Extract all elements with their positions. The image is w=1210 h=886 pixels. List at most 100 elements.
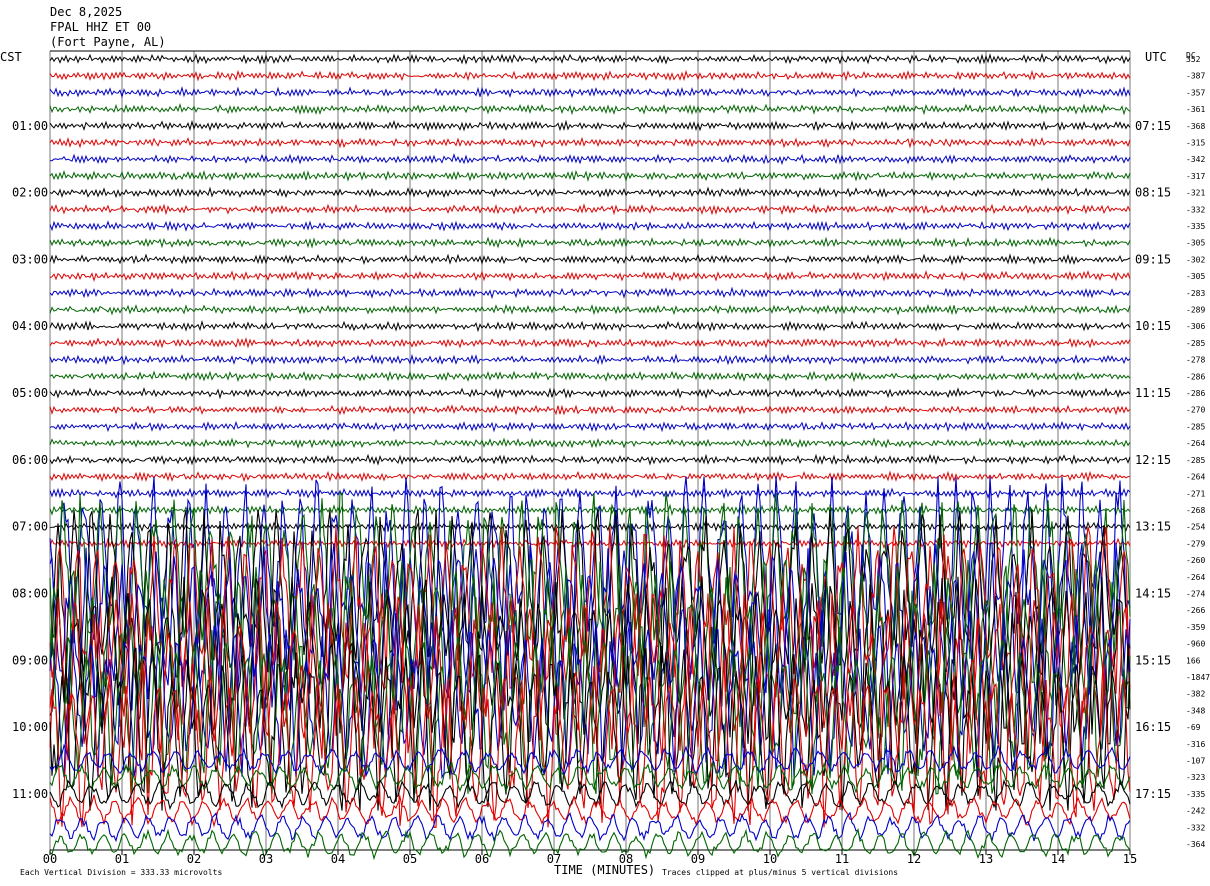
dc-offset-label: -317 [1186,172,1205,181]
utc-hour-labels: 07:15 08:15 09:15 10:15 11:15 12:15 13:15 14:15… [1135,119,1171,801]
dc-offset-label: -271 [1186,489,1205,498]
dc-offset-label: -357 [1186,88,1205,97]
trace-line [49,370,1131,383]
cst-hour-label: 02:00 [12,186,48,200]
dc-offset-label: -285 [1186,339,1205,348]
trace-line [49,286,1131,300]
x-tick-label: 05 [403,852,417,866]
x-tick-label: 01 [115,852,129,866]
utc-hour-label: 10:15 [1135,319,1171,333]
trace-line [49,186,1131,199]
dc-offset-label: -332 [1186,823,1205,832]
trace-line [49,470,1130,483]
header-date: Dec 8,2025 [50,5,122,19]
dc-offset-label: -1847 [1186,673,1210,682]
trace-line [49,487,1131,500]
dc-offset-label: -274 [1186,589,1205,598]
dc-offset-label: -279 [1186,539,1205,548]
utc-hour-label: 12:15 [1135,453,1171,467]
utc-hour-label: 08:15 [1135,186,1171,200]
dc-offset-label: -260 [1186,556,1205,565]
cst-hour-label: 11:00 [12,787,48,801]
dc-offset-label: -285 [1186,456,1205,465]
dc-offset-label: 352 [1186,55,1201,64]
dc-offset-label: -264 [1186,573,1205,582]
trace-line [49,386,1131,400]
trace-line [49,811,1131,843]
cst-hour-labels: 01:00 02:00 03:00 04:00 05:00 06:00 07:00 08:00… [12,119,48,801]
dc-offset-label: -359 [1186,623,1205,632]
trace-line [49,420,1131,433]
trace-line [49,336,1131,349]
trace-line [49,303,1131,316]
dc-offset-label: -286 [1186,389,1205,398]
dc-offset-label: -323 [1186,773,1205,782]
trace-line [49,761,1131,793]
cst-hour-label: 03:00 [12,252,48,266]
clip-note: Traces clipped at plus/minus 5 vertical … [662,868,898,877]
x-tick-label: 09 [691,852,705,866]
header-station: FPAL HHZ ET 00 [50,20,151,34]
dc-offset-label: -332 [1186,205,1205,214]
cst-hour-label: 07:00 [12,520,48,534]
dc-offset-label: -361 [1186,105,1205,114]
utc-hour-label: 11:15 [1135,386,1171,400]
dc-offset-label: -305 [1186,239,1205,248]
dc-offset-label: -285 [1186,422,1205,431]
dc-offset-label: -306 [1186,322,1205,331]
dc-offset-label: -348 [1186,706,1205,715]
dc-offset-label: -270 [1186,406,1205,415]
trace-line [49,503,1131,516]
trace-line [49,319,1131,333]
utc-hour-label: 15:15 [1135,653,1171,667]
cst-hour-label: 01:00 [12,119,48,133]
dc-offset-label: -302 [1186,255,1205,264]
left-zone-label: CST [0,50,22,64]
cst-hour-label: 05:00 [12,386,48,400]
utc-hour-label: 09:15 [1135,252,1171,266]
dc-offset-label: -364 [1186,840,1205,849]
utc-hour-label: 16:15 [1135,720,1171,734]
dc-offset-label: -321 [1186,189,1205,198]
helicorder-chart: Dec 8,2025 FPAL HHZ ET 00 (Fort Payne, A… [0,5,1210,877]
trace-line [49,269,1131,283]
trace-line [49,404,1131,416]
x-tick-label: 06 [475,852,489,866]
dc-offset-label: -107 [1186,756,1205,765]
dc-offset-label: -316 [1186,740,1205,749]
trace-line [49,437,1131,449]
dc-offset-label: -278 [1186,356,1205,365]
cst-hour-label: 04:00 [12,319,48,333]
dc-offset-label: -387 [1186,72,1205,81]
dc-offset-label: -368 [1186,122,1205,131]
dc-offset-label: -315 [1186,139,1205,148]
utc-hour-label: 07:15 [1135,119,1171,133]
right-zone-label: UTC [1145,50,1167,64]
dc-offset-label: -283 [1186,289,1205,298]
x-tick-label: 04 [331,852,345,866]
dc-offset-label: 166 [1186,656,1201,665]
trace-line [49,69,1131,82]
x-tick-label: 02 [187,852,201,866]
x-tick-label: 00 [43,852,57,866]
utc-hour-label: 14:15 [1135,586,1171,600]
trace-line [49,520,1131,533]
dc-offset-label: -242 [1186,807,1205,816]
dc-offset-label: -382 [1186,690,1205,699]
dc-offset-label: -286 [1186,372,1205,381]
x-tick-label: 03 [259,852,273,866]
x-tick-label: 14 [1051,852,1065,866]
cst-hour-label: 10:00 [12,720,48,734]
header-location: (Fort Payne, AL) [50,35,166,49]
x-tick-label: 15 [1123,852,1137,866]
utc-hour-label: 13:15 [1135,520,1171,534]
cst-hour-label: 06:00 [12,453,48,467]
dc-offset-label: -289 [1186,306,1205,315]
x-tick-label: 13 [979,852,993,866]
x-tick-label: 11 [835,852,849,866]
trace-line [49,220,1131,232]
utc-hour-label: 17:15 [1135,787,1171,801]
dc-offset-label: -335 [1186,222,1205,231]
trace-line [49,453,1131,466]
trace-line [49,103,1131,116]
